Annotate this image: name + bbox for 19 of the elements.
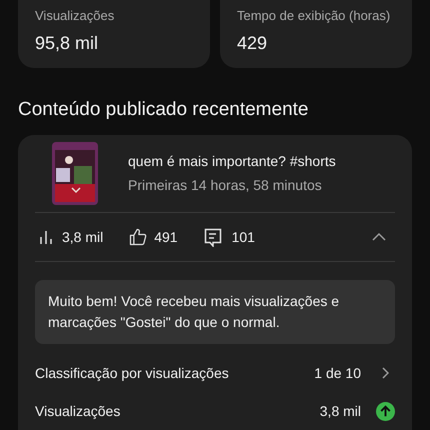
metric-label: Visualizações (35, 7, 116, 25)
metric-label: Tempo de exibição (horas) (237, 7, 392, 25)
comment-icon (204, 228, 222, 246)
metric-value: 429 (237, 32, 268, 54)
video-subtitle: Primeiras 14 horas, 58 minutos (128, 176, 323, 195)
row-value: 1 de 10 (314, 364, 361, 382)
view-count: 3,8 mil (62, 228, 104, 246)
thumbs-up-icon (128, 227, 148, 247)
comment-count: 101 (232, 228, 255, 246)
row-value: 3,8 mil (320, 402, 361, 420)
message-text: Muito bem! Você recebeu mais visualizações e marcações "Gostei" do que o normal. (48, 292, 340, 332)
like-count: 491 (154, 228, 178, 246)
row-label: Visualizações (35, 402, 122, 421)
metric-value: 95,8 mil (35, 32, 100, 54)
section-title: Conteúdo publicado recentemente (18, 98, 308, 120)
bar-chart-icon (39, 229, 55, 245)
row-label: Classificação por visualizações (35, 364, 230, 383)
chevron-right-icon (381, 367, 389, 379)
video-title: quem é mais importante? #shorts (128, 152, 336, 171)
